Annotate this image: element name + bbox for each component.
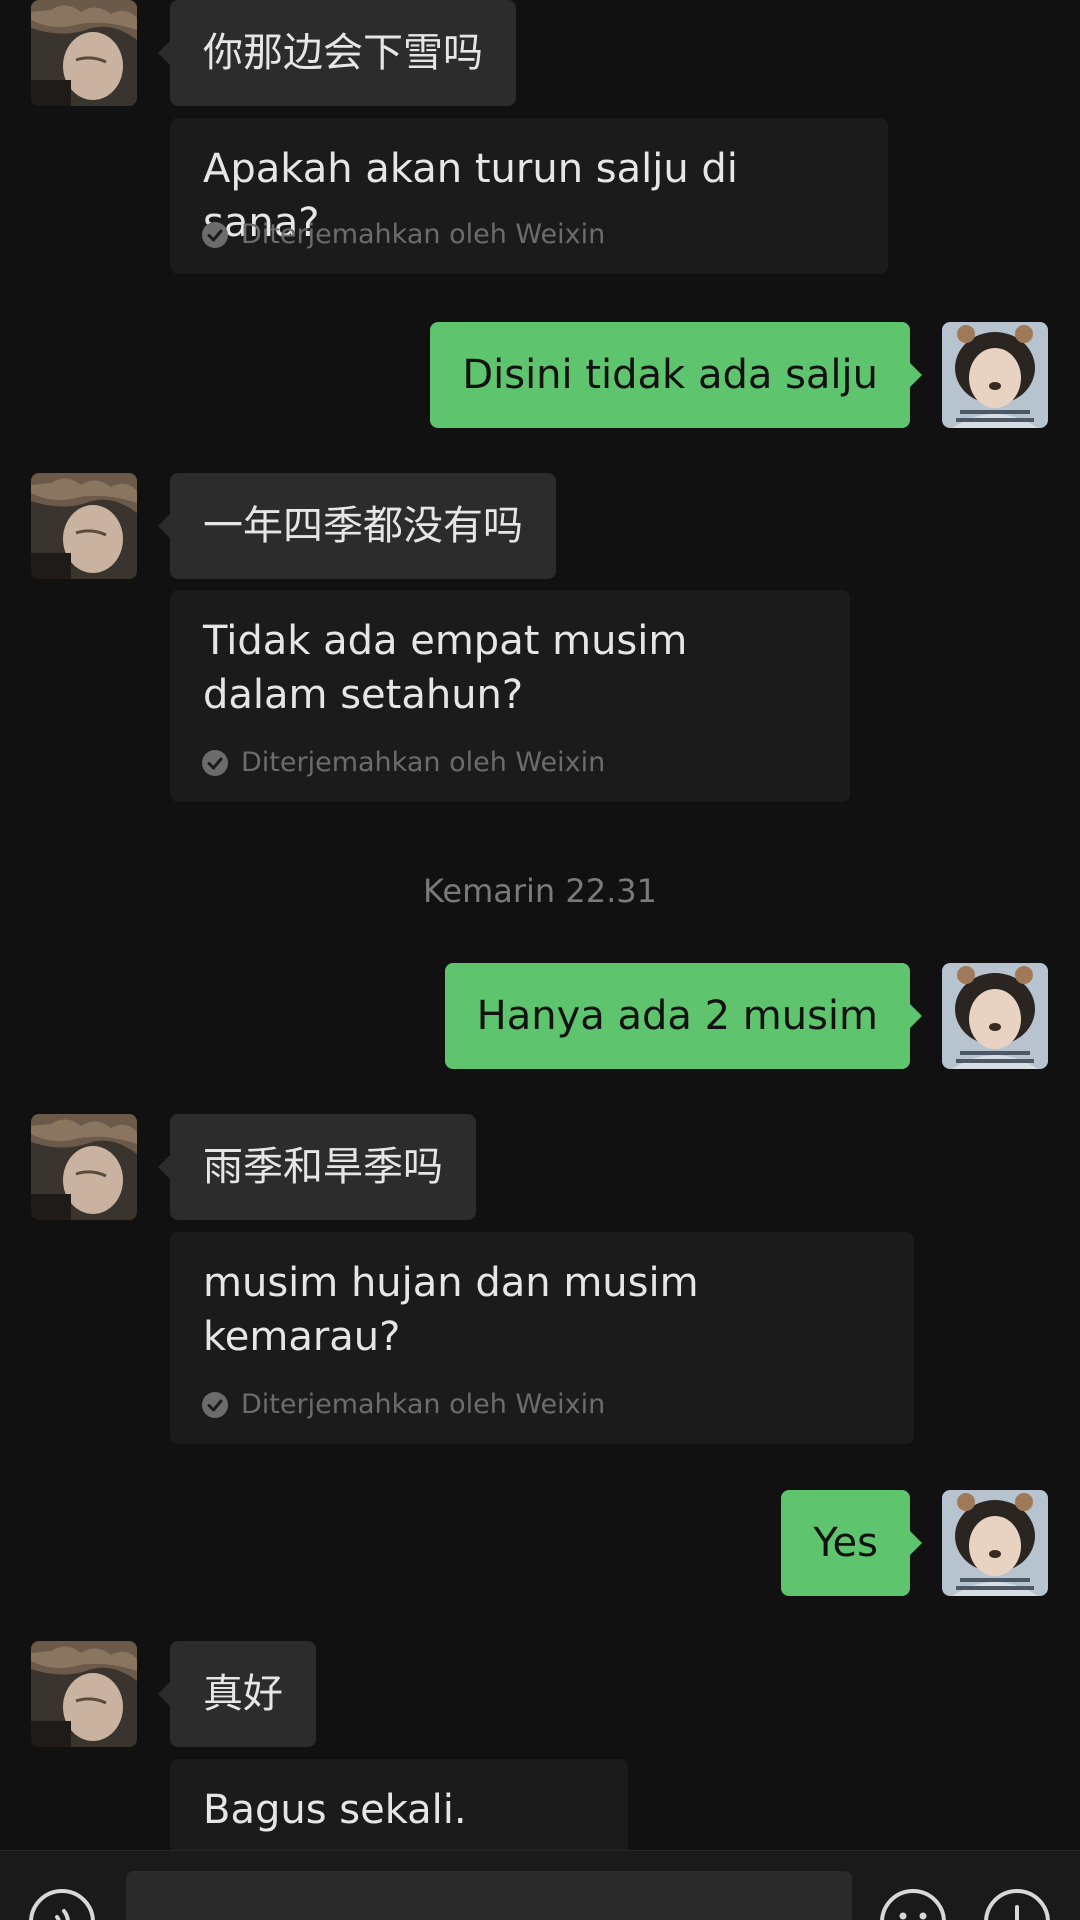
message-text: Hanya ada 2 musim [476,993,878,1039]
chat-input-bar [0,1850,1080,1920]
incoming-message-bubble[interactable]: 雨季和旱季吗 [158,1114,476,1220]
chat-screen: 你那边会下雪吗 Apakah akan turun salju di sana?… [0,0,1080,1920]
check-circle-icon [201,1391,229,1419]
chat-timestamp: Kemarin 22.31 [423,872,657,910]
translation-note-text: Diterjemahkan oleh Weixin [241,219,606,250]
my-avatar-image [942,963,1048,1069]
contact-avatar[interactable] [31,1641,137,1747]
incoming-message-bubble[interactable]: 真好 [158,1641,316,1747]
contact-avatar-image [31,473,137,579]
translation-note: Diterjemahkan oleh Weixin [201,1389,605,1420]
incoming-message-bubble[interactable]: 你那边会下雪吗 [158,0,516,106]
contact-avatar-image [31,1114,137,1220]
contact-avatar[interactable] [31,473,137,579]
message-text: 真好 [203,1671,283,1717]
voice-input-icon[interactable] [27,1887,97,1920]
translation-bubble[interactable]: musim hujan dan musim kemarau? Diterjema… [170,1232,914,1444]
translation-note-text: Diterjemahkan oleh Weixin [241,1389,606,1420]
outgoing-message-bubble[interactable]: Yes [781,1490,922,1596]
more-plus-icon[interactable] [982,1887,1052,1920]
check-circle-icon [201,221,229,249]
message-text: Yes [813,1520,878,1566]
translation-note-text: Diterjemahkan oleh Weixin [241,747,606,778]
translation-bubble[interactable]: Tidak ada empat musim dalam setahun? Dit… [170,590,850,802]
translation-bubble[interactable]: Apakah akan turun salju di sana? Diterje… [170,118,888,274]
outgoing-message-bubble[interactable]: Hanya ada 2 musim [444,963,923,1069]
outgoing-message-bubble[interactable]: Disini tidak ada salju [430,322,922,428]
emoji-icon[interactable] [878,1887,948,1920]
my-avatar[interactable] [942,963,1048,1069]
my-avatar[interactable] [942,322,1048,428]
contact-avatar[interactable] [31,1114,137,1220]
translation-bubble[interactable]: Bagus sekali. [170,1759,628,1859]
translation-text: musim hujan dan musim kemarau? [203,1260,699,1360]
contact-avatar-image [31,1641,137,1747]
contact-avatar[interactable] [31,0,137,106]
message-input[interactable] [126,1871,852,1920]
contact-avatar-image [31,0,137,106]
incoming-message-bubble[interactable]: 一年四季都没有吗 [158,473,556,579]
my-avatar-image [942,322,1048,428]
translation-text: Bagus sekali. [203,1787,467,1833]
message-text: 你那边会下雪吗 [203,30,483,76]
message-text: Disini tidak ada salju [462,352,878,398]
translation-note: Diterjemahkan oleh Weixin [201,219,605,250]
translation-text: Tidak ada empat musim dalam setahun? [203,618,688,718]
my-avatar[interactable] [942,1490,1048,1596]
my-avatar-image [942,1490,1048,1596]
check-circle-icon [201,749,229,777]
message-text: 雨季和旱季吗 [203,1144,443,1190]
translation-note: Diterjemahkan oleh Weixin [201,747,605,778]
message-text: 一年四季都没有吗 [203,503,523,549]
